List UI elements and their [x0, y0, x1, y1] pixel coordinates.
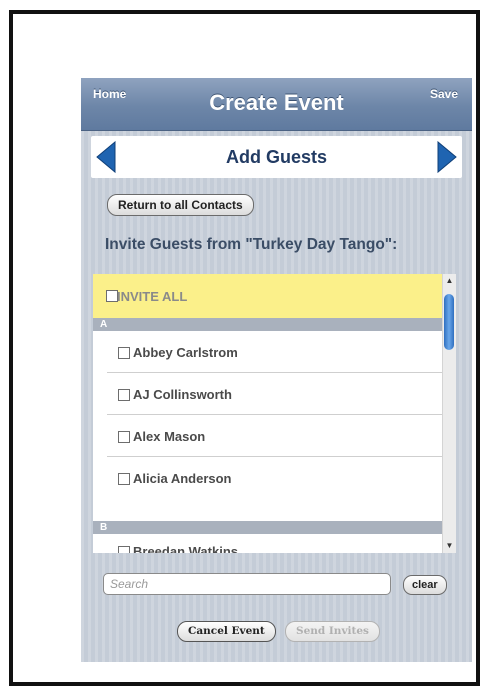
contact-name: Breedan Watkins	[133, 544, 238, 553]
invite-heading: Invite Guests from "Turkey Day Tango":	[105, 236, 398, 253]
arrow-right-icon[interactable]	[436, 140, 460, 174]
contact-checkbox[interactable]	[118, 546, 130, 553]
add-guests-header: Add Guests	[91, 136, 462, 178]
contact-checkbox[interactable]	[118, 431, 130, 443]
scroll-up-arrow-icon[interactable]: ▲	[443, 276, 456, 286]
scroll-thumb[interactable]	[444, 294, 454, 350]
list-item[interactable]: Abbey Carlstrom	[93, 331, 442, 373]
guest-list: INVITE ALL A Abbey Carlstrom AJ Collinsw…	[93, 274, 442, 553]
return-to-contacts-button[interactable]: Return to all Contacts	[107, 194, 254, 216]
scroll-down-arrow-icon[interactable]: ▼	[443, 541, 456, 551]
list-item[interactable]: Alicia Anderson	[93, 457, 442, 499]
clear-button[interactable]: clear	[403, 575, 447, 595]
contact-checkbox[interactable]	[118, 473, 130, 485]
page-title: Create Event	[209, 90, 344, 115]
contact-name: Abbey Carlstrom	[133, 345, 238, 360]
search-input[interactable]	[103, 573, 391, 595]
contact-name: AJ Collinsworth	[133, 387, 232, 402]
invite-all-label: INVITE ALL	[117, 289, 188, 304]
list-scrollbar[interactable]: ▲ ▼	[442, 274, 456, 553]
contact-checkbox[interactable]	[118, 389, 130, 401]
cancel-event-button[interactable]: Cancel Event	[177, 621, 276, 642]
send-invites-button[interactable]: Send Invites	[285, 621, 380, 642]
subheader-title: Add Guests	[225, 147, 327, 167]
list-item[interactable]: Breedan Watkins	[93, 534, 442, 553]
contact-checkbox[interactable]	[118, 347, 130, 359]
invite-all-row[interactable]: INVITE ALL	[93, 274, 442, 318]
contact-name: Alex Mason	[133, 429, 206, 444]
list-item[interactable]: Alex Mason	[93, 415, 442, 457]
contact-name: Alicia Anderson	[133, 471, 232, 486]
list-item[interactable]: AJ Collinsworth	[93, 373, 442, 415]
phone-screen: Home Create Event Save Add Guests Return…	[81, 78, 472, 662]
save-button[interactable]: Save	[430, 87, 458, 101]
navigation-bar: Home Create Event Save	[81, 78, 472, 131]
section-header-a: A	[93, 318, 442, 331]
screenshot-frame: Home Create Event Save Add Guests Return…	[9, 10, 480, 686]
section-header-b: B	[93, 521, 442, 534]
